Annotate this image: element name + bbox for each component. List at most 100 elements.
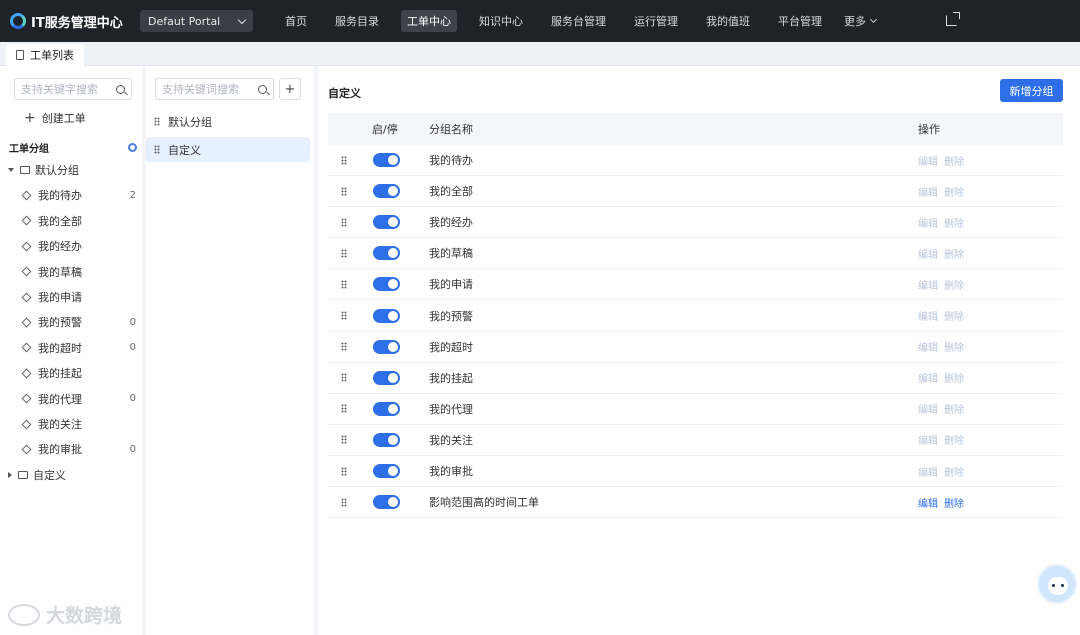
edit-link[interactable]: 编辑 [918,153,938,168]
tree-item[interactable]: 我的预警 0 [21,314,136,330]
tree-folder[interactable]: 自定义 [8,467,66,483]
tree-item[interactable]: 我的经办 [21,238,136,254]
drag-handle-icon[interactable] [341,248,347,258]
portal-select[interactable]: Defaut Portal [140,10,253,32]
enable-switch[interactable] [373,339,400,354]
edit-link[interactable]: 编辑 [918,184,938,199]
add-group-button[interactable]: 新增分组 [1000,79,1063,102]
tree-item[interactable]: 我的挂起 [21,365,136,381]
delete-link[interactable]: 删除 [944,432,964,447]
app-logo[interactable]: IT服务管理中心 [10,12,130,31]
enable-switch[interactable] [373,215,400,230]
drag-handle-icon[interactable] [341,342,347,352]
drag-handle-icon[interactable] [341,217,347,227]
toggle-switch [373,464,400,478]
enable-switch[interactable] [373,277,400,292]
delete-link[interactable]: 删除 [944,370,964,385]
create-ticket-button[interactable]: + 创建工单 [24,110,86,126]
nav-more-menu[interactable]: 更多 [844,13,878,29]
nav-item-1[interactable]: 服务目录 [329,10,385,32]
edit-link[interactable]: 编辑 [918,464,938,479]
group-name: 我的代理 [429,402,473,416]
nav-item-3[interactable]: 知识中心 [473,10,529,32]
delete-link[interactable]: 删除 [944,339,964,354]
enable-switch[interactable] [373,464,400,478]
drag-handle-icon[interactable] [341,373,347,383]
enable-switch[interactable] [373,153,400,167]
folder-icon [18,470,28,479]
drag-handle-icon[interactable] [154,117,160,126]
tree-item-label: 我的关注 [38,418,82,431]
tree-item[interactable]: 我的全部 [21,213,136,229]
add-group-icon-button[interactable]: + [279,78,301,100]
plus-icon: + [24,110,36,126]
tree-item[interactable]: 我的草稿 [21,264,136,280]
tree-item[interactable]: 我的关注 [21,416,136,432]
delete-link[interactable]: 删除 [944,153,964,168]
drag-handle-icon[interactable] [341,404,347,414]
search-icon[interactable] [116,84,125,94]
search-icon[interactable] [258,84,267,94]
edit-link[interactable]: 编辑 [918,495,938,510]
edit-link[interactable]: 编辑 [918,246,938,261]
enable-switch[interactable] [373,432,400,447]
tab-ticket-list[interactable]: 工单列表 [6,44,84,66]
sidebar-search-input[interactable] [21,82,116,96]
folder-icon [20,166,30,174]
edit-link[interactable]: 编辑 [918,401,938,416]
drag-handle-icon[interactable] [341,155,347,165]
row-actions: 编辑 删除 [918,153,970,168]
enable-switch[interactable] [373,370,400,385]
nav-item-5[interactable]: 运行管理 [628,10,684,32]
drag-handle-icon[interactable] [154,145,160,154]
drag-handle-icon[interactable] [341,466,347,476]
drag-handle-icon[interactable] [341,311,347,320]
enable-switch[interactable] [373,401,400,416]
external-link-icon[interactable] [946,12,960,26]
delete-link[interactable]: 删除 [944,215,964,230]
table-row: 我的申请 编辑 删除 [328,269,1063,301]
tree-item[interactable]: 我的申请 [21,289,136,305]
delete-link[interactable]: 删除 [944,308,964,323]
group-search-input[interactable] [162,82,258,96]
nav-item-7[interactable]: 平台管理 [772,10,828,32]
drag-handle-icon[interactable] [341,186,347,196]
delete-link[interactable]: 删除 [944,246,964,261]
tree-item-label: 我的代理 [38,392,82,406]
edit-link[interactable]: 编辑 [918,277,938,292]
delete-link[interactable]: 删除 [944,495,964,510]
nav-item-6[interactable]: 我的值班 [700,10,756,32]
nav-item-2[interactable]: 工单中心 [401,10,457,32]
group-list-item[interactable]: 默认分组 [146,109,310,134]
edit-link[interactable]: 编辑 [918,308,938,323]
edit-link[interactable]: 编辑 [918,432,938,447]
edit-link[interactable]: 编辑 [918,215,938,230]
tree-item[interactable]: 我的审批 0 [21,441,136,457]
nav-item-4[interactable]: 服务台管理 [545,10,612,32]
assistant-mascot-icon[interactable] [1037,564,1077,604]
tree-item[interactable]: 我的代理 0 [21,391,136,407]
drag-handle-icon[interactable] [341,279,347,289]
edit-link[interactable]: 编辑 [918,339,938,354]
delete-link[interactable]: 删除 [944,401,964,416]
layers-icon [21,317,32,328]
nav-item-0[interactable]: 首页 [279,10,313,32]
drag-handle-icon[interactable] [341,435,347,445]
delete-link[interactable]: 删除 [944,464,964,479]
delete-link[interactable]: 删除 [944,277,964,292]
portal-select-value: Defaut Portal [148,14,221,28]
gear-icon[interactable] [128,143,137,152]
enable-switch[interactable] [373,495,400,510]
toggle-switch [373,432,400,447]
delete-link[interactable]: 删除 [944,184,964,199]
group-list-item[interactable]: 自定义 [146,137,310,162]
row-actions: 编辑 删除 [918,339,970,354]
drag-handle-icon[interactable] [341,497,347,507]
enable-switch[interactable] [373,246,400,261]
tree-item[interactable]: 我的待办 2 [21,187,136,203]
enable-switch[interactable] [373,184,400,199]
tree-item[interactable]: 我的超时 0 [21,340,136,356]
tree-folder[interactable]: 默认分组 [8,162,79,178]
enable-switch[interactable] [373,308,400,323]
edit-link[interactable]: 编辑 [918,370,938,385]
